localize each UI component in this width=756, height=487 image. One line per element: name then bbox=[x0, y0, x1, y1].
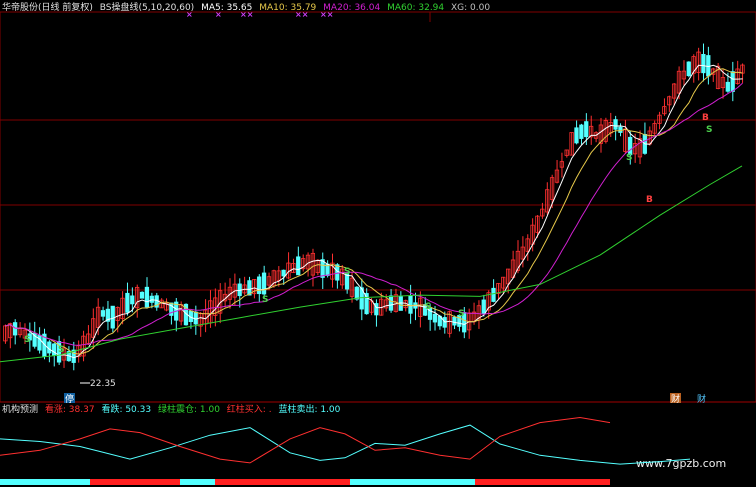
candle-body bbox=[12, 322, 18, 336]
candle-body bbox=[144, 286, 150, 308]
signal-bar-blue bbox=[350, 479, 475, 485]
candle-body bbox=[261, 272, 267, 295]
b-signal-marker: B bbox=[646, 195, 653, 205]
s-signal-marker: S bbox=[344, 267, 350, 277]
candle-body bbox=[364, 293, 369, 315]
x-mark: × bbox=[186, 10, 193, 19]
xx-mark: ×× bbox=[320, 10, 333, 19]
candle-body bbox=[618, 126, 623, 133]
s-signal-marker: S bbox=[24, 335, 30, 345]
candle-body bbox=[481, 299, 486, 315]
candle-body bbox=[149, 295, 154, 303]
stop-badge: 停 bbox=[65, 393, 74, 405]
candle-body bbox=[706, 55, 711, 77]
ma20-line bbox=[5, 82, 743, 346]
candle-body bbox=[613, 119, 618, 130]
candle-body bbox=[52, 343, 57, 356]
candle-body bbox=[354, 286, 359, 300]
candle-body bbox=[730, 71, 735, 92]
candle-body bbox=[335, 264, 340, 281]
signal-bar-blue bbox=[0, 479, 90, 485]
s-signal-marker: S bbox=[626, 153, 632, 163]
signal-bar-red bbox=[215, 479, 350, 485]
s-signal-marker: S bbox=[458, 309, 464, 319]
s-signal-marker: S bbox=[706, 125, 712, 135]
candle-body bbox=[281, 269, 286, 277]
candle-body bbox=[579, 124, 584, 139]
signal-bar-red bbox=[475, 479, 610, 485]
candle-body bbox=[701, 54, 706, 74]
candle-body bbox=[257, 276, 262, 295]
candle-body bbox=[110, 305, 115, 329]
candle-body bbox=[452, 316, 457, 326]
candle-body bbox=[100, 310, 106, 317]
candle-body bbox=[574, 127, 579, 144]
candle-body bbox=[432, 313, 438, 323]
s-signal-marker: S bbox=[262, 295, 268, 305]
ma60-line bbox=[0, 165, 743, 363]
xx-mark: ×× bbox=[240, 10, 253, 19]
candle-body bbox=[130, 295, 135, 305]
candle-body bbox=[686, 61, 691, 77]
candle-body bbox=[388, 295, 394, 311]
candle-body bbox=[193, 311, 198, 325]
candle-body bbox=[125, 292, 130, 313]
candle-body bbox=[37, 334, 42, 351]
fin-badge: 财 bbox=[671, 393, 680, 405]
xx-mark: ×× bbox=[295, 10, 308, 19]
s-signal-marker: S bbox=[58, 345, 64, 355]
candle-body bbox=[491, 287, 496, 302]
main-panel-frame bbox=[0, 11, 756, 403]
s-signal-marker: S bbox=[425, 302, 431, 312]
signal-bar-red bbox=[90, 479, 180, 485]
x-mark: × bbox=[215, 10, 222, 19]
fin-badge-2: 财 bbox=[697, 393, 706, 405]
candle-body bbox=[139, 291, 145, 299]
signal-bar-blue bbox=[180, 479, 215, 485]
candle-body bbox=[296, 256, 301, 276]
stock-chart[interactable]: SSSSSSSSBB× × ×× ×× ××22.35停财财 bbox=[0, 0, 756, 487]
candle-body bbox=[725, 81, 730, 92]
b-signal-marker: B bbox=[702, 113, 709, 123]
candle-body bbox=[584, 121, 589, 138]
low-price-label: 22.35 bbox=[90, 379, 116, 389]
